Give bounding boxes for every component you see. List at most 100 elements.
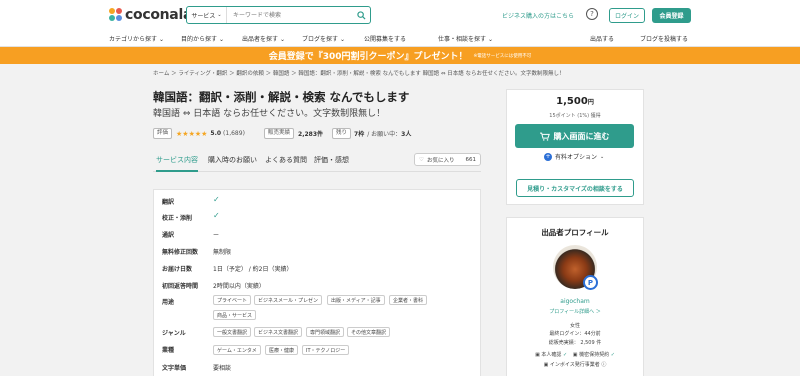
nav-jobs[interactable]: 仕事・相談を探す ⌄ [438, 34, 493, 43]
last-login: 最終ログイン：44分前 [549, 331, 601, 337]
help-icon[interactable]: ? [586, 8, 598, 20]
sales-count: 2,283件 [298, 131, 323, 138]
favorite-count: 661 [465, 156, 477, 163]
platinum-badge-icon: P [583, 275, 598, 290]
chevron-down-icon: ⌄ [158, 36, 164, 43]
profile-detail-link[interactable]: プロフィール詳細へ ＞ [506, 308, 644, 315]
consult-button[interactable]: 見積り・カスタマイズの相談をする [516, 179, 634, 197]
invoice-icon: ▣ [543, 362, 549, 368]
service-title: 韓国語：翻訳・添削・解説・検索 なんでもします [153, 90, 410, 104]
detail-label: 翻訳 [162, 199, 175, 206]
banner-note: ※電話サービスには使用不可 [473, 53, 532, 59]
nav-public-request[interactable]: 公開募集をする [364, 34, 406, 43]
service-subtitle: 韓国語 ⇔ 日本語 ならお任せください。文字数制限無し！ [153, 109, 386, 119]
use-chip[interactable]: 出版・メディア・記事 [327, 295, 385, 305]
rating-summary[interactable]: 評価 ★★★★★ 5.0 (1,689) [153, 128, 245, 139]
cart-icon [539, 132, 550, 141]
chevron-down-icon: ⌄ [339, 36, 345, 43]
favorite-button[interactable]: ♡ お気に入り 661 [414, 153, 481, 166]
check-icon: ✓ [563, 352, 568, 358]
nav-blogs[interactable]: ブログを探す ⌄ [302, 34, 345, 43]
rating-value: 5.0 [210, 130, 222, 137]
sales-summary: 販売実績 2,283件 [264, 128, 323, 139]
promo-banner[interactable]: 会員登録で『300円割引クーポン』プレゼント！ ※電話サービスには使用不可 [0, 47, 800, 64]
check-icon: ✓ [213, 211, 220, 220]
search-category-select[interactable]: サービス ⌄ [187, 7, 227, 23]
use-chip[interactable]: プライベート [213, 295, 252, 305]
logo-mark-icon [109, 8, 123, 22]
nav-sellers[interactable]: 出品者を探す ⌄ [242, 34, 285, 43]
heart-icon: ♡ [419, 156, 424, 163]
paid-option-link[interactable]: + 有料オプション ⌄ [544, 152, 604, 161]
in-progress-count: 3人 [401, 131, 412, 138]
profile-title: 出品者プロフィール [541, 228, 609, 237]
industry-label: 業種 [162, 347, 175, 354]
detail-label: 無料修正回数 [162, 249, 199, 256]
plus-circle-icon: + [544, 152, 552, 161]
chevron-down-icon: ⌄ [279, 36, 285, 43]
use-chip[interactable]: ビジネスメール・プレゼン [254, 295, 323, 305]
genre-label: ジャンル [162, 330, 186, 337]
remaining-slots: 7枠 [354, 131, 365, 138]
coconala-logo[interactable]: coconala [109, 6, 192, 24]
genre-chip[interactable]: その他文章翻訳 [347, 327, 391, 337]
invoice-issuer: ▣ インボイス発行事業者 ⓘ [543, 362, 607, 368]
check-icon: ✓ [610, 352, 615, 358]
tab-purchase-notes[interactable]: 購入時のお願い [208, 155, 257, 165]
industry-chip[interactable]: IT・テクノロジー [302, 345, 350, 355]
price: 1,500円 [556, 96, 594, 107]
points-earned: 15ポイント (1%) 獲得 [549, 113, 601, 119]
detail-label: 通訳 [162, 232, 175, 239]
nav-post-blog[interactable]: ブログを投稿する [640, 34, 688, 43]
detail-value: 無制限 [213, 249, 232, 256]
business-buyer-link[interactable]: ビジネス購入の方はこちら [502, 11, 574, 20]
search-button[interactable] [352, 7, 370, 23]
login-button[interactable]: ログイン [609, 8, 645, 23]
genre-chip[interactable]: ビジネス文書翻訳 [254, 327, 303, 337]
total-sales: 総販売実績： 2,509 件 [548, 340, 602, 346]
detail-value: ー [213, 232, 220, 239]
nav-sell[interactable]: 出品する [590, 34, 614, 43]
genre-chip[interactable]: 一般文書翻訳 [213, 327, 252, 337]
proceed-to-purchase-button[interactable]: 購入画面に進む [515, 124, 634, 148]
search-bar: サービス ⌄ [186, 6, 371, 24]
tab-faq[interactable]: よくある質問 [265, 155, 307, 165]
tab-reviews[interactable]: 評価・感想 [314, 155, 349, 165]
slots-summary: 残り 7枠 / お願い中： 3人 [332, 128, 411, 139]
use-label: 用途 [162, 299, 175, 306]
detail-value: 2時間以内（実績） [213, 283, 265, 290]
nav-purpose[interactable]: 目的から探す ⌄ [181, 34, 224, 43]
search-input[interactable] [227, 7, 352, 23]
search-icon [356, 10, 366, 20]
detail-label: 校正・添削 [162, 215, 193, 222]
chevron-down-icon: ⌄ [217, 12, 222, 18]
check-icon: ✓ [213, 195, 220, 204]
nav-category[interactable]: カテゴリから探す ⌄ [109, 34, 164, 43]
use-chip[interactable]: 商品・サービス [213, 310, 257, 320]
chevron-down-icon: ⌄ [218, 36, 224, 43]
banner-text: 会員登録で『300円割引クーポン』プレゼント！ [268, 52, 468, 62]
info-icon: ⓘ [601, 362, 607, 368]
breadcrumb[interactable]: ホーム ＞ ライティング・翻訳 ＞ 翻訳の依頼 ＞ 韓国語 ＞ 韓国語：翻訳・添… [153, 69, 564, 77]
text-units-label: 文字単価 [162, 365, 187, 372]
industry-chip[interactable]: 医療・健康 [265, 345, 299, 355]
id-verified-icon: ▣ [535, 352, 540, 358]
chevron-down-icon: ⌄ [600, 153, 605, 160]
logo-text: coconala [125, 7, 193, 23]
review-count: (1,689) [223, 130, 245, 137]
verification-badges: ▣ 本人確認 ✓ ▣ 機密保持契約 ✓ [535, 352, 615, 358]
tab-service-details[interactable]: サービス内容 [156, 155, 198, 172]
detail-value: 1日（予定） / 約2日（実績） [213, 266, 293, 273]
use-chip[interactable]: 企業者・書科 [389, 295, 428, 305]
industry-chip[interactable]: ゲーム・エンタメ [213, 345, 261, 355]
star-rating-icon: ★★★★★ [176, 129, 208, 138]
text-units-value: 要相談 [213, 365, 232, 372]
register-button[interactable]: 会員登録 [652, 8, 691, 23]
detail-label: 初回返答時間 [162, 283, 199, 290]
detail-label: お届け日数 [162, 266, 193, 273]
genre-chip[interactable]: 専門領域翻訳 [306, 327, 345, 337]
seller-name[interactable]: aigocham [506, 298, 644, 305]
seller-gender: 女性 [569, 323, 580, 329]
chevron-down-icon: ⌄ [487, 36, 493, 43]
nda-icon: ▣ [572, 352, 578, 358]
